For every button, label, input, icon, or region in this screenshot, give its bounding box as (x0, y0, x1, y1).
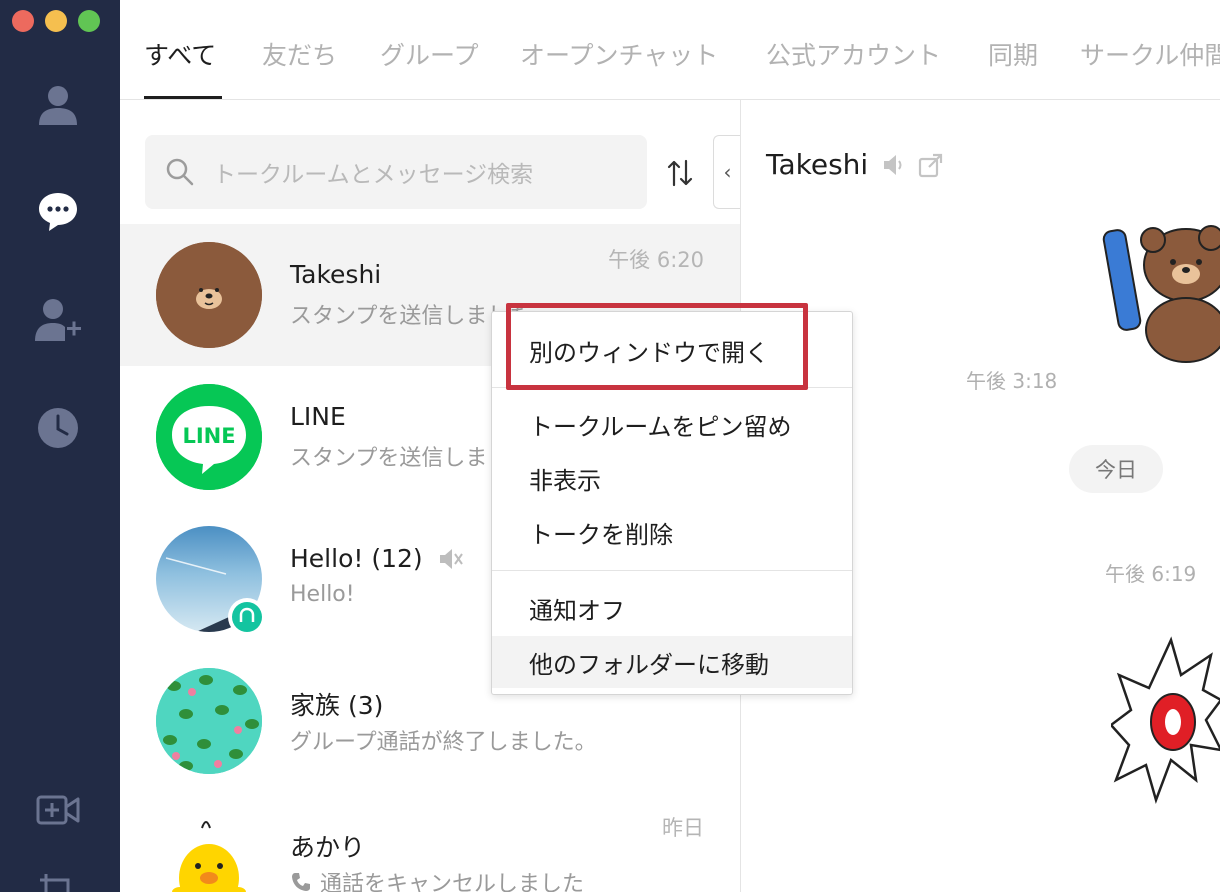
chat-list-item-akari[interactable]: あかり 通話をキャンセルしました 昨日 (120, 792, 740, 892)
zoom-window-button[interactable] (78, 10, 100, 32)
add-person-icon (35, 299, 81, 341)
chat-name: Takeshi (290, 260, 382, 289)
avatar: LINE (156, 384, 262, 490)
svg-text:LINE: LINE (182, 424, 235, 448)
sort-arrows-icon (667, 159, 693, 187)
chat-name: 家族 (3) (290, 691, 384, 720)
video-add-icon (36, 795, 80, 825)
menu-separator (492, 387, 852, 388)
chat-last-message-row: 通話をキャンセルしました (290, 866, 584, 892)
sort-button[interactable] (662, 155, 698, 191)
chat-bubble-icon (39, 193, 77, 231)
avatar (156, 668, 262, 774)
chat-title: Takeshi (766, 148, 869, 181)
chat-last-message: 通話をキャンセルしました (320, 872, 585, 892)
open-chat-icon (232, 602, 262, 632)
tab-official-accounts[interactable]: 公式アカウント (766, 36, 941, 72)
search-bar[interactable]: トークルームとメッセージ検索 (145, 135, 647, 209)
tab-friends[interactable]: 友だち (262, 36, 337, 72)
avatar (156, 242, 262, 348)
menu-separator (492, 570, 852, 571)
speaker-icon[interactable] (882, 153, 908, 177)
chat-timestamp: 午後 6:20 (608, 248, 704, 272)
tab-sync[interactable]: 同期 (988, 36, 1038, 72)
chick-icon (172, 821, 246, 892)
menu-pin-chat[interactable]: トークルームをピン留め (492, 398, 852, 450)
chat-name: Hello! (12) (290, 544, 423, 573)
search-input[interactable]: トークルームとメッセージ検索 (213, 155, 533, 189)
chat-filter-tabs: すべて 友だち グループ オープンチャット 公式アカウント 同期 サークル仲間 (120, 0, 1220, 100)
chat-last-message: Hello! (290, 582, 355, 607)
friends-nav-button[interactable] (30, 77, 86, 133)
minimize-window-button[interactable] (45, 10, 67, 32)
collapse-panel-button[interactable]: ‹ (713, 135, 740, 209)
close-window-button[interactable] (12, 10, 34, 32)
menu-hide-chat[interactable]: 非表示 (492, 452, 852, 504)
phone-icon (290, 871, 312, 892)
tab-all[interactable]: すべて (144, 36, 216, 72)
message-timestamp: 午後 3:18 (966, 369, 1058, 393)
menu-delete-chat[interactable]: トークを削除 (492, 506, 852, 558)
sticker-message[interactable] (1109, 630, 1220, 820)
tab-groups[interactable]: グループ (380, 36, 479, 72)
chat-name: あかり (290, 833, 366, 862)
more-nav-button[interactable] (30, 860, 86, 892)
open-chat-badge (228, 598, 266, 636)
active-tab-indicator (144, 96, 222, 99)
tab-circle-friends[interactable]: サークル仲間 (1080, 36, 1220, 72)
bear-sticker-icon (1102, 225, 1220, 363)
bear-icon (156, 242, 262, 348)
line-logo-icon: LINE (156, 384, 262, 490)
chat-name: LINE (290, 402, 346, 431)
video-call-nav-button[interactable] (30, 782, 86, 838)
menu-move-to-folder[interactable]: 他のフォルダーに移動 (492, 636, 852, 688)
person-icon (39, 86, 77, 125)
history-nav-button[interactable] (30, 400, 86, 456)
external-window-icon[interactable] (918, 152, 944, 178)
menu-turn-off-notifications[interactable]: 通知オフ (492, 582, 852, 634)
message-timestamp: 午後 6:19 (1105, 562, 1197, 586)
crop-icon (40, 874, 70, 892)
menu-open-in-new-window[interactable]: 別のウィンドウで開く (492, 324, 852, 376)
context-menu: 別のウィンドウで開く トークルームをピン留め 非表示 トークを削除 通知オフ 他… (491, 311, 853, 695)
date-separator: 今日 (1069, 445, 1163, 493)
burst-sticker-icon (1109, 636, 1220, 804)
chat-header: Takeshi (766, 148, 944, 181)
tab-open-chat[interactable]: オープンチャット (520, 36, 718, 72)
search-icon (165, 157, 195, 187)
frog-pattern-icon (156, 668, 262, 774)
chat-last-message: グループ通話が終了しました。 (290, 730, 597, 755)
muted-speaker-icon (438, 546, 464, 576)
chat-timestamp: 昨日 (662, 816, 704, 840)
chevron-left-icon: ‹ (723, 160, 732, 184)
add-friend-nav-button[interactable] (30, 292, 86, 348)
app-sidebar (0, 0, 120, 892)
sticker-message[interactable] (1101, 220, 1220, 370)
avatar (156, 810, 262, 892)
clock-icon (38, 408, 78, 448)
chats-nav-button[interactable] (30, 183, 86, 239)
